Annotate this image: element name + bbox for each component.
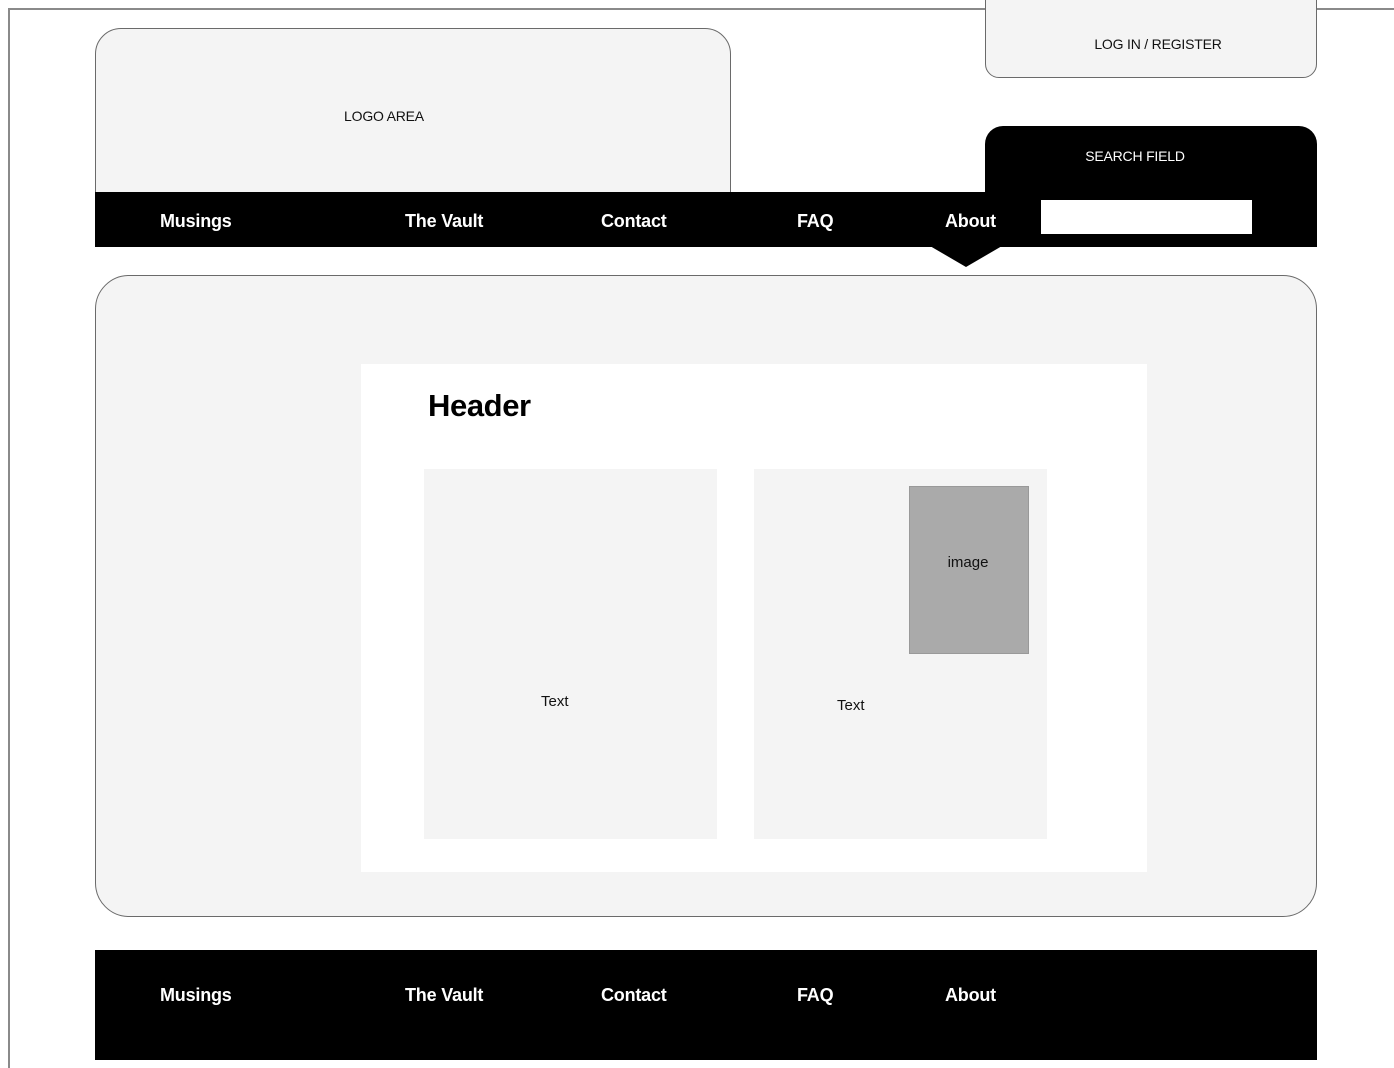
nav-item-faq[interactable]: FAQ bbox=[797, 211, 834, 232]
footer-item-the-vault[interactable]: The Vault bbox=[405, 985, 483, 1006]
right-column-text: Text bbox=[837, 697, 865, 714]
nav-item-the-vault[interactable]: The Vault bbox=[405, 211, 483, 232]
nav-item-about[interactable]: About bbox=[945, 211, 996, 232]
nav-item-contact[interactable]: Contact bbox=[601, 211, 667, 232]
footer-item-musings[interactable]: Musings bbox=[160, 985, 232, 1006]
login-register-link[interactable]: LOG IN / REGISTER bbox=[985, 36, 1331, 52]
search-field-label: SEARCH FIELD bbox=[1085, 148, 1185, 164]
footer-bar bbox=[95, 950, 1317, 1060]
footer-item-about[interactable]: About bbox=[945, 985, 996, 1006]
footer-item-contact[interactable]: Contact bbox=[601, 985, 667, 1006]
nav-item-musings[interactable]: Musings bbox=[160, 211, 232, 232]
content-header: Header bbox=[428, 388, 531, 423]
search-input[interactable] bbox=[1041, 200, 1252, 234]
logo-label: LOGO AREA bbox=[344, 108, 424, 124]
left-text-column bbox=[424, 469, 717, 839]
active-nav-pointer bbox=[930, 246, 1002, 267]
footer-item-faq[interactable]: FAQ bbox=[797, 985, 834, 1006]
image-placeholder-label: image bbox=[947, 554, 989, 571]
left-column-text: Text bbox=[541, 693, 569, 710]
